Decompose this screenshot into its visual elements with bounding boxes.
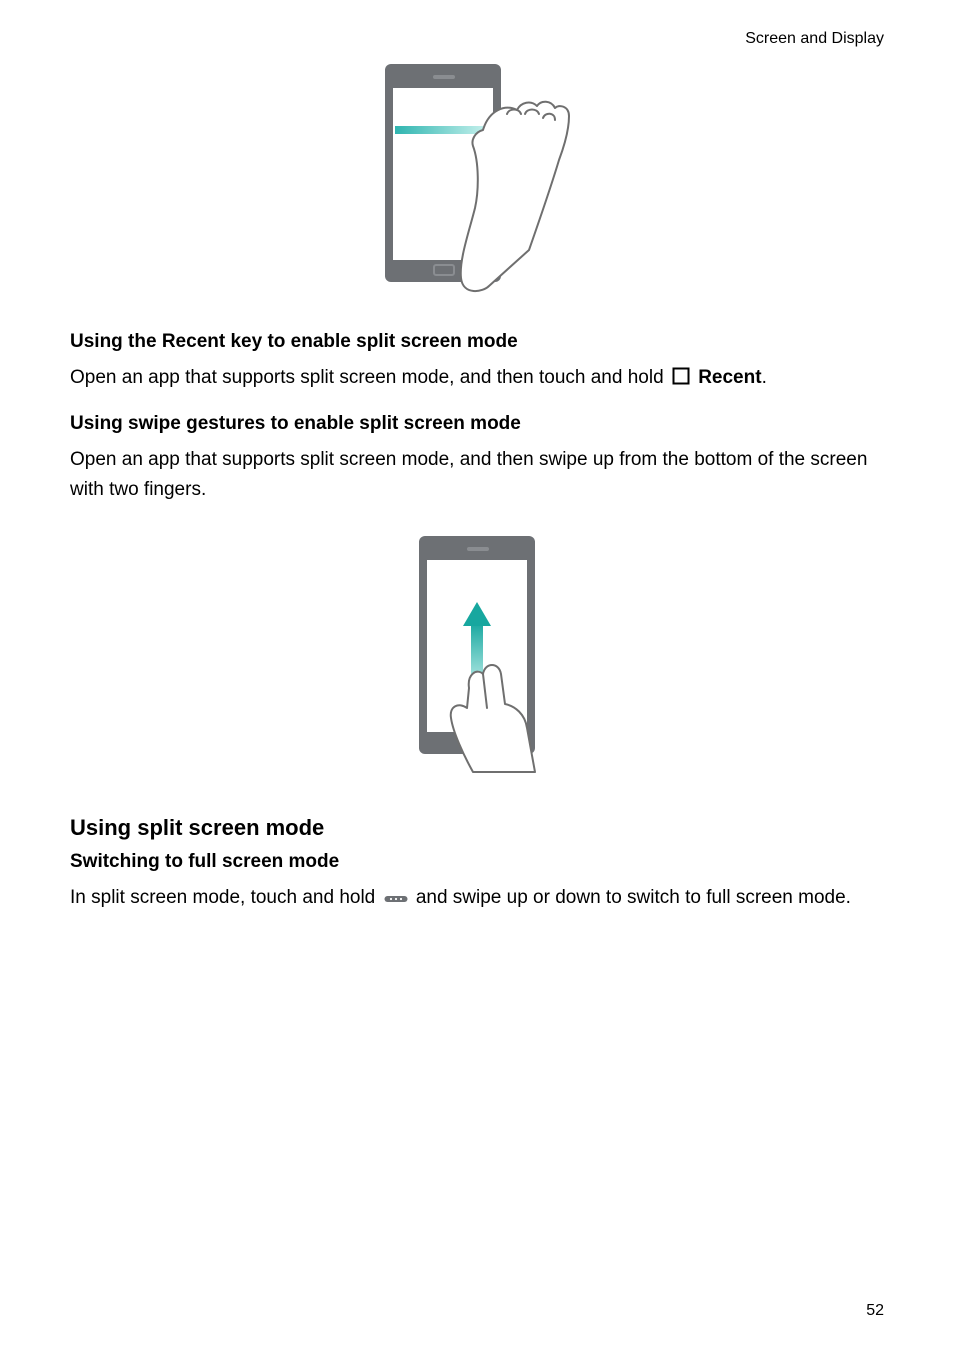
figure-two-finger-swipe (70, 530, 884, 785)
text-switch-a: In split screen mode, touch and hold (70, 887, 381, 908)
paragraph-recent-key: Open an app that supports split screen m… (70, 363, 884, 395)
header-section-label: Screen and Display (70, 30, 884, 48)
paragraph-swipe-gestures: Open an app that supports split screen m… (70, 445, 884, 504)
heading-swipe-gestures: Using swipe gestures to enable split scr… (70, 413, 884, 435)
page: Screen and Display (0, 0, 954, 1350)
figure-knuckle-gesture (70, 58, 884, 303)
page-number: 52 (866, 1302, 884, 1320)
heading-recent-key: Using the Recent key to enable split scr… (70, 331, 884, 353)
text-recent-c: . (762, 367, 767, 388)
heading-switching-full-screen: Switching to full screen mode (70, 851, 884, 873)
recent-key-icon (671, 366, 691, 395)
text-recent-a: Open an app that supports split screen m… (70, 367, 669, 388)
split-handle-icon (383, 886, 409, 915)
text-recent-bold: Recent (698, 367, 761, 388)
heading-using-split-screen: Using split screen mode (70, 815, 884, 841)
text-switch-b: and swipe up or down to switch to full s… (416, 887, 851, 908)
paragraph-switching-full-screen: In split screen mode, touch and hold and… (70, 883, 884, 915)
